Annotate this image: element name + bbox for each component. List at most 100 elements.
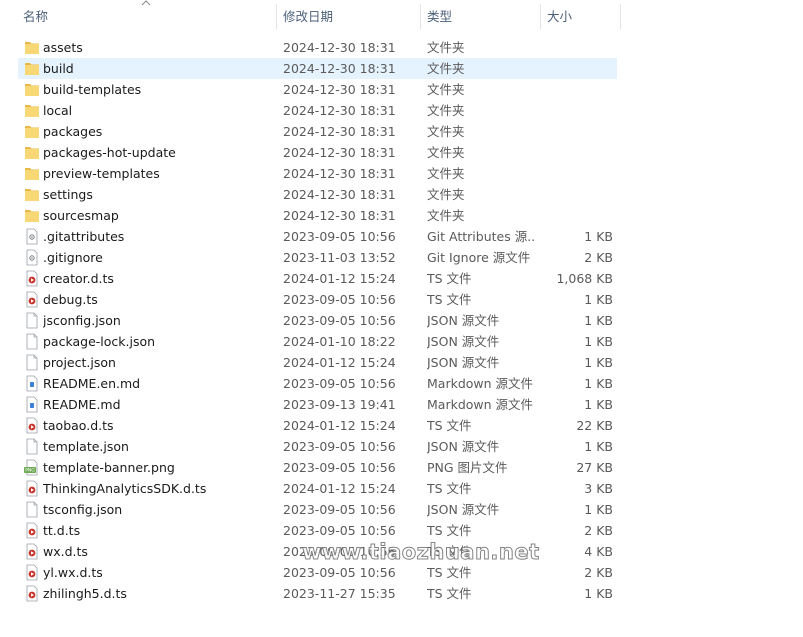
file-name: wx.d.ts	[43, 544, 88, 559]
file-row[interactable]: packages 2024-12-30 18:31 文件夹	[18, 121, 617, 142]
file-date-modified: 2024-12-30 18:31	[283, 82, 396, 97]
column-divider[interactable]	[620, 4, 621, 30]
file-date-modified: 2023-09-05 10:56	[283, 502, 396, 517]
file-size: 27 KB	[576, 460, 613, 475]
file-row[interactable]: wx.d.ts 2023-09-05 10:56 TS 文件 4 KB	[18, 541, 617, 562]
file-row[interactable]: README.md 2023-09-13 19:41 Markdown 源文件 1 K…	[18, 394, 617, 415]
file-date-modified: 2023-09-05 10:56	[283, 565, 396, 580]
file-type: Markdown 源文件	[427, 376, 534, 391]
file-row[interactable]: project.json 2024-01-12 15:24 JSON 源文件 1 KB	[18, 352, 617, 373]
file-name: build-templates	[43, 82, 142, 97]
file-name: .gitignore	[43, 250, 103, 265]
file-size: 1 KB	[584, 397, 613, 412]
file-type: TS 文件	[427, 586, 472, 601]
folder-icon	[24, 144, 40, 161]
file-type: 文件夹	[427, 61, 465, 76]
folder-icon	[24, 207, 40, 224]
file-type: 文件夹	[427, 82, 465, 97]
folder-icon	[24, 186, 40, 203]
file-row[interactable]: build-templates 2024-12-30 18:31 文件夹	[18, 79, 617, 100]
file-row[interactable]: zhilingh5.d.ts 2023-11-27 15:35 TS 文件 1 KB	[18, 583, 617, 604]
file-name: packages-hot-update	[43, 145, 176, 160]
file-size: 1 KB	[584, 502, 613, 517]
file-date-modified: 2024-01-10 18:22	[283, 334, 396, 349]
file-row[interactable]: PNG template-banner.png 2023-09-05 10:56 PN…	[18, 457, 617, 478]
file-name: sourcesmap	[43, 208, 119, 223]
file-row[interactable]: packages-hot-update 2024-12-30 18:31 文件夹	[18, 142, 617, 163]
file-row[interactable]: jsconfig.json 2023-09-05 10:56 JSON 源文件 1 K…	[18, 310, 617, 331]
column-header-size[interactable]: 大小	[541, 0, 619, 34]
file-row[interactable]: tt.d.ts 2023-09-05 10:56 TS 文件 2 KB	[18, 520, 617, 541]
file-row[interactable]: debug.ts 2023-09-05 10:56 TS 文件 1 KB	[18, 289, 617, 310]
file-type: JSON 源文件	[427, 439, 500, 454]
file-row[interactable]: creator.d.ts 2024-01-12 15:24 TS 文件 1,068 K…	[18, 268, 617, 289]
ts-file-icon	[24, 480, 40, 497]
folder-icon	[24, 102, 40, 119]
file-type: Markdown 源文件	[427, 397, 534, 412]
file-row[interactable]: build 2024-12-30 18:31 文件夹	[18, 58, 617, 79]
file-row[interactable]: tsconfig.json 2023-09-05 10:56 JSON 源文件 1 K…	[18, 499, 617, 520]
file-row[interactable]: sourcesmap 2024-12-30 18:31 文件夹	[18, 205, 617, 226]
ts-file-icon	[24, 270, 40, 287]
file-row[interactable]: package-lock.json 2024-01-10 18:22 JSON 源文…	[18, 331, 617, 352]
file-row[interactable]: preview-templates 2024-12-30 18:31 文件夹	[18, 163, 617, 184]
file-type: PNG 图片文件	[427, 460, 508, 475]
file-size: 1 KB	[584, 355, 613, 370]
file-row[interactable]: local 2024-12-30 18:31 文件夹	[18, 100, 617, 121]
file-name: creator.d.ts	[43, 271, 114, 286]
file-type: TS 文件	[427, 544, 472, 559]
ts-file-icon	[24, 522, 40, 539]
git-file-icon	[24, 249, 40, 266]
ts-file-icon	[24, 291, 40, 308]
file-name: build	[43, 61, 74, 76]
file-type: 文件夹	[427, 124, 465, 139]
column-header-date[interactable]: 修改日期	[277, 0, 419, 34]
folder-icon	[24, 39, 40, 56]
file-date-modified: 2024-12-30 18:31	[283, 208, 396, 223]
file-type: JSON 源文件	[427, 502, 500, 517]
file-row[interactable]: template.json 2023-09-05 10:56 JSON 源文件 1 K…	[18, 436, 617, 457]
json-file-icon	[24, 333, 40, 350]
file-row[interactable]: README.en.md 2023-09-05 10:56 Markdown 源文件…	[18, 373, 617, 394]
file-size	[537, 79, 613, 100]
file-date-modified: 2024-01-12 15:24	[283, 271, 396, 286]
file-name: tt.d.ts	[43, 523, 81, 538]
file-date-modified: 2023-09-05 10:56	[283, 376, 396, 391]
column-header-type[interactable]: 类型	[421, 0, 539, 34]
file-size: 3 KB	[584, 481, 613, 496]
file-row[interactable]: taobao.d.ts 2024-01-12 15:24 TS 文件 22 KB	[18, 415, 617, 436]
file-date-modified: 2023-09-05 10:56	[283, 544, 396, 559]
file-type: JSON 源文件	[427, 313, 500, 328]
file-name: debug.ts	[43, 292, 98, 307]
file-name: settings	[43, 187, 93, 202]
png-file-icon: PNG	[24, 459, 40, 476]
column-header-name[interactable]: 名称	[17, 0, 275, 34]
file-row[interactable]: assets 2024-12-30 18:31 文件夹	[18, 37, 617, 58]
markdown-file-icon	[24, 375, 40, 392]
file-type: 文件夹	[427, 166, 465, 181]
ts-file-icon	[24, 543, 40, 560]
file-explorer-details-view: 名称 修改日期 类型 大小 assets 2024-12-30 18:31 文件夹 b…	[0, 0, 803, 637]
file-row[interactable]: ThinkingAnalyticsSDK.d.ts 2024-01-12 15:2…	[18, 478, 617, 499]
file-date-modified: 2023-09-13 19:41	[283, 397, 396, 412]
file-row[interactable]: settings 2024-12-30 18:31 文件夹	[18, 184, 617, 205]
folder-icon	[24, 81, 40, 98]
file-row[interactable]: .gitignore 2023-11-03 13:52 Git Ignore 源文件…	[18, 247, 617, 268]
file-type: Git Ignore 源文件	[427, 250, 531, 265]
column-header-bar: 名称 修改日期 类型 大小	[0, 0, 803, 34]
file-name: tsconfig.json	[43, 502, 123, 517]
file-size: 4 KB	[584, 544, 613, 559]
file-name: .gitattributes	[43, 229, 125, 244]
file-row[interactable]: yl.wx.d.ts 2023-09-05 10:56 TS 文件 2 KB	[18, 562, 617, 583]
file-type: JSON 源文件	[427, 355, 500, 370]
file-row[interactable]: .gitattributes 2023-09-05 10:56 Git Attrib…	[18, 226, 617, 247]
file-date-modified: 2024-01-12 15:24	[283, 481, 396, 496]
file-size: 1 KB	[584, 292, 613, 307]
file-date-modified: 2024-12-30 18:31	[283, 103, 396, 118]
json-file-icon	[24, 501, 40, 518]
file-name: zhilingh5.d.ts	[43, 586, 127, 601]
file-name: template.json	[43, 439, 129, 454]
file-size	[537, 100, 613, 121]
file-type: TS 文件	[427, 292, 472, 307]
file-name: template-banner.png	[43, 460, 175, 475]
